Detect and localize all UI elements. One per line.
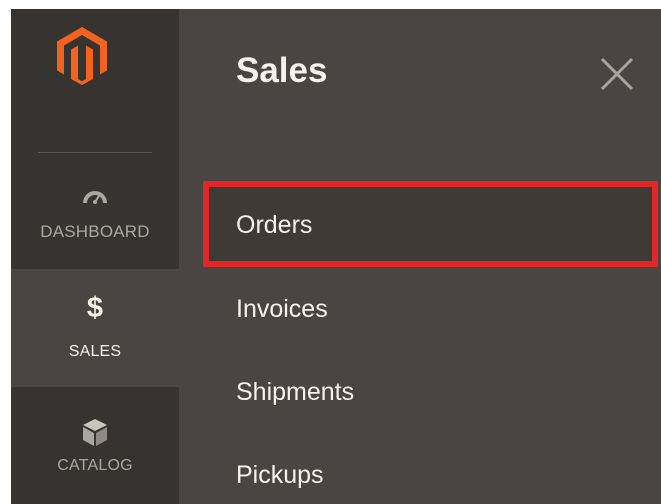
admin-nav-rail: DASHBOARD $ SALES CATALOG (11, 9, 179, 504)
rail-divider (38, 152, 152, 153)
submenu-item-label: Shipments (236, 378, 355, 406)
submenu-item-orders[interactable]: Orders (203, 181, 658, 267)
submenu-title: Sales (236, 51, 328, 90)
dollar-icon: $ (86, 292, 104, 324)
close-button[interactable] (599, 56, 635, 92)
rail-item-dashboard[interactable]: DASHBOARD (11, 177, 179, 269)
box-icon (83, 419, 107, 446)
rail-item-sales[interactable]: $ SALES (11, 269, 179, 387)
close-icon (600, 57, 634, 91)
magento-logo-icon (57, 27, 107, 85)
admin-menu: DASHBOARD $ SALES CATALOG Sales Orders I… (11, 9, 661, 504)
submenu-item-label: Pickups (236, 461, 324, 489)
submenu-item-pickups[interactable]: Pickups (203, 439, 661, 504)
rail-item-label: SALES (68, 343, 122, 360)
submenu-item-label: Invoices (236, 295, 328, 323)
submenu-item-shipments[interactable]: Shipments (203, 356, 661, 436)
submenu-item-label: Orders (236, 211, 313, 239)
rail-item-label: DASHBOARD (40, 222, 150, 241)
rail-item-catalog[interactable]: CATALOG (11, 387, 179, 504)
logo-area[interactable] (11, 9, 179, 154)
rail-item-label: CATALOG (57, 457, 133, 474)
speedometer-icon (83, 191, 107, 204)
submenu-item-invoices[interactable]: Invoices (203, 273, 661, 353)
